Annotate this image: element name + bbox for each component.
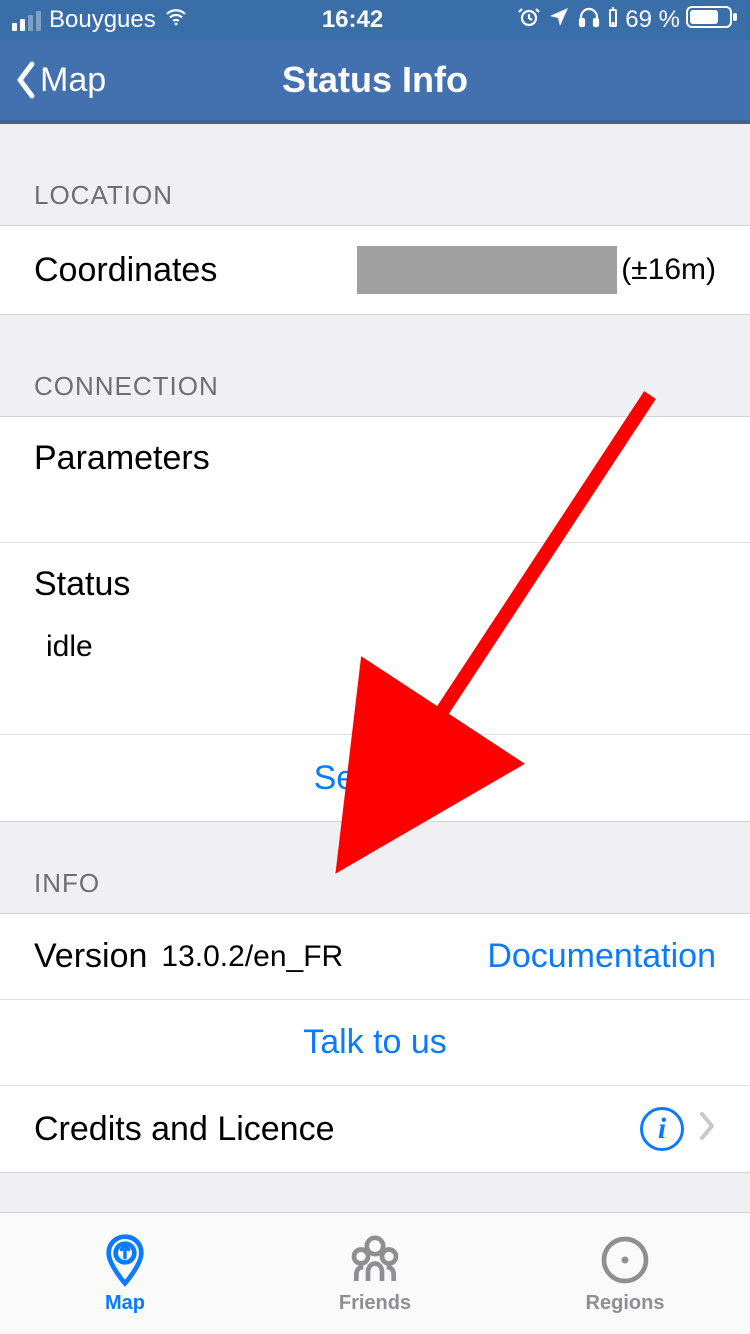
tab-bar: Map Friends Regions — [0, 1212, 750, 1334]
row-talk-to-us[interactable]: Talk to us — [0, 1000, 750, 1086]
chevron-left-icon — [14, 60, 38, 100]
version-value: 13.0.2/en_FR — [161, 940, 343, 974]
status-label: Status — [34, 565, 130, 604]
settings-link[interactable]: Settings — [314, 759, 437, 798]
credits-label: Credits and Licence — [34, 1110, 335, 1149]
section-connection: Parameters Status idle Settings — [0, 416, 750, 822]
status-time: 16:42 — [188, 6, 518, 34]
back-label: Map — [40, 61, 106, 100]
info-icon: i — [640, 1107, 684, 1151]
battery-icon — [686, 5, 738, 36]
documentation-link[interactable]: Documentation — [487, 937, 716, 976]
coordinates-redacted — [357, 246, 617, 294]
row-parameters: Parameters — [0, 417, 750, 543]
map-pin-icon — [97, 1232, 153, 1288]
tab-map[interactable]: Map — [0, 1213, 250, 1334]
cellular-signal-icon — [12, 9, 41, 31]
location-arrow-icon — [547, 5, 571, 36]
section-location: Coordinates (±16m) — [0, 225, 750, 315]
navigation-bar: Map Status Info — [0, 40, 750, 124]
headphones-icon — [577, 5, 601, 36]
section-info: Version 13.0.2/en_FR Documentation Talk … — [0, 913, 750, 1173]
back-button[interactable]: Map — [14, 60, 106, 100]
tab-friends-label: Friends — [339, 1292, 411, 1315]
coordinates-accuracy: (±16m) — [621, 253, 716, 287]
tab-map-label: Map — [105, 1292, 145, 1315]
parameters-label: Parameters — [34, 439, 210, 478]
battery-low-icon — [607, 5, 619, 36]
talk-to-us-link[interactable]: Talk to us — [303, 1023, 447, 1062]
version-label: Version — [34, 937, 147, 976]
chevron-right-icon — [698, 1108, 716, 1150]
tab-friends[interactable]: Friends — [250, 1213, 500, 1334]
wifi-icon — [164, 5, 188, 36]
section-header-location: LOCATION — [0, 124, 750, 225]
row-status: Status idle — [0, 543, 750, 735]
regions-icon — [597, 1232, 653, 1288]
carrier-name: Bouygues — [49, 6, 156, 34]
battery-percentage: 69 % — [625, 6, 680, 34]
page-title: Status Info — [0, 59, 750, 101]
alarm-icon — [517, 5, 541, 36]
status-value: idle — [34, 630, 93, 664]
section-header-connection: CONNECTION — [0, 315, 750, 416]
row-settings[interactable]: Settings — [0, 735, 750, 821]
coordinates-label: Coordinates — [34, 251, 217, 290]
row-coordinates: Coordinates (±16m) — [0, 226, 750, 314]
system-status-bar: Bouygues 16:42 69 % — [0, 0, 750, 40]
row-version: Version 13.0.2/en_FR Documentation — [0, 914, 750, 1000]
tab-regions-label: Regions — [586, 1292, 665, 1315]
row-credits[interactable]: Credits and Licence i — [0, 1086, 750, 1172]
section-header-info: INFO — [0, 822, 750, 913]
tab-regions[interactable]: Regions — [500, 1213, 750, 1334]
friends-icon — [347, 1232, 403, 1288]
